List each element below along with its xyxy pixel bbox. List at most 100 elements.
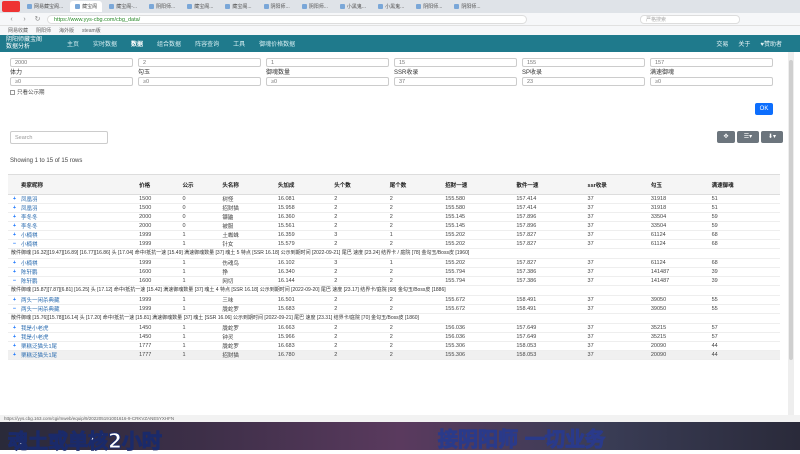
col-head-name[interactable]: 头名称 xyxy=(219,174,275,195)
nav-realtime[interactable]: 实时数据 xyxy=(86,39,124,48)
toggle-icon[interactable]: ✥ xyxy=(717,131,735,143)
filter-speed-2[interactable]: 157 xyxy=(650,58,773,67)
seller-link[interactable]: 小楠祺 xyxy=(18,258,137,268)
filter-head-count[interactable]: 2 xyxy=(138,58,261,67)
seller-link[interactable]: 李冬冬 xyxy=(18,212,137,222)
columns-icon[interactable]: ☰▾ xyxy=(737,131,759,143)
tab-1[interactable]: 网易藏宝阁... xyxy=(22,1,68,12)
filter-full-speed[interactable]: ≥0 xyxy=(650,77,773,86)
seller-link[interactable]: 凤凰羽 xyxy=(18,194,137,204)
nav-trade[interactable]: 交易 xyxy=(716,39,728,48)
seller-link[interactable]: 陈轩鹏 xyxy=(18,276,137,286)
seller-link[interactable]: 我是小老虎 xyxy=(18,332,137,342)
expand-icon[interactable]: + xyxy=(8,332,18,342)
expand-icon[interactable]: + xyxy=(8,267,18,277)
nav-sponsor[interactable]: ♥赞助者 xyxy=(760,39,782,48)
filter-speed-1[interactable]: 155 xyxy=(522,58,645,67)
tab-2[interactable]: 藏宝阁 xyxy=(70,1,103,12)
ok-button[interactable]: OK xyxy=(755,103,773,115)
checkbox-icon[interactable] xyxy=(10,89,15,95)
table-row[interactable]: + 栗糕泛猫头1尾 1777 1 胧蛇罗 16.683 2 2 155.306 158.053 37… xyxy=(8,341,780,351)
seller-link[interactable]: 小楠祺 xyxy=(18,239,137,249)
table-row[interactable]: + 我是小老虎 1450 1 胧蛇罗 16.663 2 2 156.036 157.649 37 35… xyxy=(8,323,780,333)
table-row[interactable]: − 陈轩鹏 1600 1 网切 16.144 2 2 155.794 157.386 37 14148… xyxy=(8,276,780,286)
expand-icon[interactable]: + xyxy=(8,350,18,360)
reload-icon[interactable]: ↻ xyxy=(34,16,41,23)
expand-icon[interactable]: + xyxy=(8,212,18,222)
filter-stamina[interactable]: ≥0 xyxy=(10,77,133,86)
export-icon[interactable]: ⬇▾ xyxy=(761,131,783,143)
col-speed-2[interactable]: 散件一速 xyxy=(513,174,585,195)
seller-link[interactable]: 李冬冬 xyxy=(18,221,137,231)
brand[interactable]: 阴阳师藏宝阁 数据分析 xyxy=(0,37,60,51)
col-tail-count[interactable]: 尾个数 xyxy=(386,174,443,195)
expand-icon[interactable]: + xyxy=(8,230,18,240)
collapse-icon[interactable]: − xyxy=(8,304,18,314)
collapse-icon[interactable]: − xyxy=(8,239,18,249)
seller-link[interactable]: 两头一闲杀典藏 xyxy=(18,295,137,305)
nav-home[interactable]: 主页 xyxy=(60,39,86,48)
nav-soul-price[interactable]: 御魂价格数据 xyxy=(252,39,302,48)
table-row[interactable]: + 凤凰羽 1500 0 树怪 16.081 2 2 155.580 157.414 37 31918… xyxy=(8,194,780,204)
col-full-speed[interactable]: 满速御魂 xyxy=(708,174,780,195)
table-row[interactable]: + 小楠祺 1999 1 伤魂鸟 16.102 3 1 155.202 157.827 37 6112… xyxy=(8,258,780,268)
col-head-bonus[interactable]: 头加成 xyxy=(274,174,332,195)
url-input[interactable]: https://www.yys-cbg.com/cbg_data/ xyxy=(47,14,527,24)
tab-9[interactable]: 小黑鬼... xyxy=(335,1,371,12)
filter-ssr[interactable]: 37 xyxy=(394,77,517,86)
col-public[interactable]: 公示 xyxy=(179,174,220,195)
forward-icon[interactable]: › xyxy=(21,16,28,23)
nav-lineup[interactable]: 阵容查询 xyxy=(188,39,226,48)
expand-icon[interactable]: + xyxy=(8,203,18,213)
table-row[interactable]: − 小楠祺 1999 1 针女 15.579 2 2 155.202 157.827 37 61124… xyxy=(8,239,780,249)
tab-3[interactable]: 藏宝阁-... xyxy=(104,1,142,12)
expand-icon[interactable]: + xyxy=(8,258,18,268)
col-jade[interactable]: 勾玉 xyxy=(647,174,709,195)
tab-11[interactable]: 阴阳师... xyxy=(411,1,447,12)
bookmark-item[interactable]: 网易收藏 xyxy=(8,27,28,34)
col-ssr[interactable]: ssr收录 xyxy=(584,174,648,195)
table-row[interactable]: + 栗糕泛猫头1尾 1777 1 招财猫 16.780 2 2 155.306 158.053 37… xyxy=(8,350,780,360)
browser-search-input[interactable]: 严格搜索 xyxy=(640,15,740,24)
nav-data[interactable]: 数据 xyxy=(124,39,150,48)
expand-icon[interactable]: + xyxy=(8,295,18,305)
filter-head-bonus[interactable]: 15 xyxy=(394,58,517,67)
table-row[interactable]: + 凤凰羽 1500 0 招财猫 15.958 2 2 155.580 157.414 37 3191… xyxy=(8,203,780,213)
scrollbar-thumb[interactable] xyxy=(789,60,793,360)
tab-4[interactable]: 阴阳师... xyxy=(144,1,180,12)
nav-about[interactable]: 关于 xyxy=(738,39,750,48)
expand-icon[interactable]: + xyxy=(8,341,18,351)
seller-link[interactable]: 栗糕泛猫头1尾 xyxy=(18,350,137,360)
table-row[interactable]: + 李冬冬 2000 0 被服 15.561 2 2 155.145 157.896 37 33504… xyxy=(8,221,780,231)
expand-icon[interactable]: + xyxy=(8,221,18,231)
seller-link[interactable]: 两头一闲杀典藏 xyxy=(18,304,137,314)
back-icon[interactable]: ‹ xyxy=(8,16,15,23)
tab-12[interactable]: 阴阳师... xyxy=(449,1,485,12)
nav-tools[interactable]: 工具 xyxy=(226,39,252,48)
col-head-count[interactable]: 头个数 xyxy=(331,174,387,195)
filter-tail-count[interactable]: 1 xyxy=(266,58,389,67)
table-row[interactable]: − 两头一闲杀典藏 1999 1 胧蛇罗 15.683 2 2 155.672 158.491 37… xyxy=(8,304,780,314)
filter-price[interactable]: 2000 xyxy=(10,58,133,67)
expand-icon[interactable]: + xyxy=(8,194,18,204)
nav-combo[interactable]: 组合数据 xyxy=(150,39,188,48)
table-row[interactable]: + 我是小老虎 1450 1 钟灵 15.966 2 2 156.036 157.649 37 352… xyxy=(8,332,780,342)
table-row[interactable]: + 两头一闲杀典藏 1999 1 三味 16.501 2 2 155.672 158.491 37 3… xyxy=(8,295,780,305)
expand-icon[interactable]: + xyxy=(8,323,18,333)
seller-link[interactable]: 我是小老虎 xyxy=(18,323,137,333)
col-price[interactable]: 价格 xyxy=(136,174,180,195)
filter-jade[interactable]: ≥0 xyxy=(138,77,261,86)
public-only-checkbox[interactable]: 只看公示期 xyxy=(10,88,780,96)
seller-link[interactable]: 栗糕泛猫头1尾 xyxy=(18,341,137,351)
filter-sp[interactable]: 23 xyxy=(522,77,645,86)
table-search-input[interactable]: Search xyxy=(10,131,108,144)
seller-link[interactable]: 陈轩鹏 xyxy=(18,267,137,277)
table-row[interactable]: + 李冬冬 2000 0 镰鼬 16.360 2 2 155.145 157.896 37 33504… xyxy=(8,212,780,222)
bookmark-item[interactable]: steam版 xyxy=(82,27,101,34)
col-speed-1[interactable]: 招财一速 xyxy=(442,174,514,195)
tab-6[interactable]: 藏宝阁... xyxy=(220,1,256,12)
seller-link[interactable]: 凤凰羽 xyxy=(18,203,137,213)
col-seller[interactable]: 卖家昵称 xyxy=(18,174,137,195)
tab-5[interactable]: 藏宝阁... xyxy=(182,1,218,12)
table-row[interactable]: + 陈轩鹏 1600 1 狰 16.340 2 2 155.794 157.386 37 141487… xyxy=(8,267,780,277)
